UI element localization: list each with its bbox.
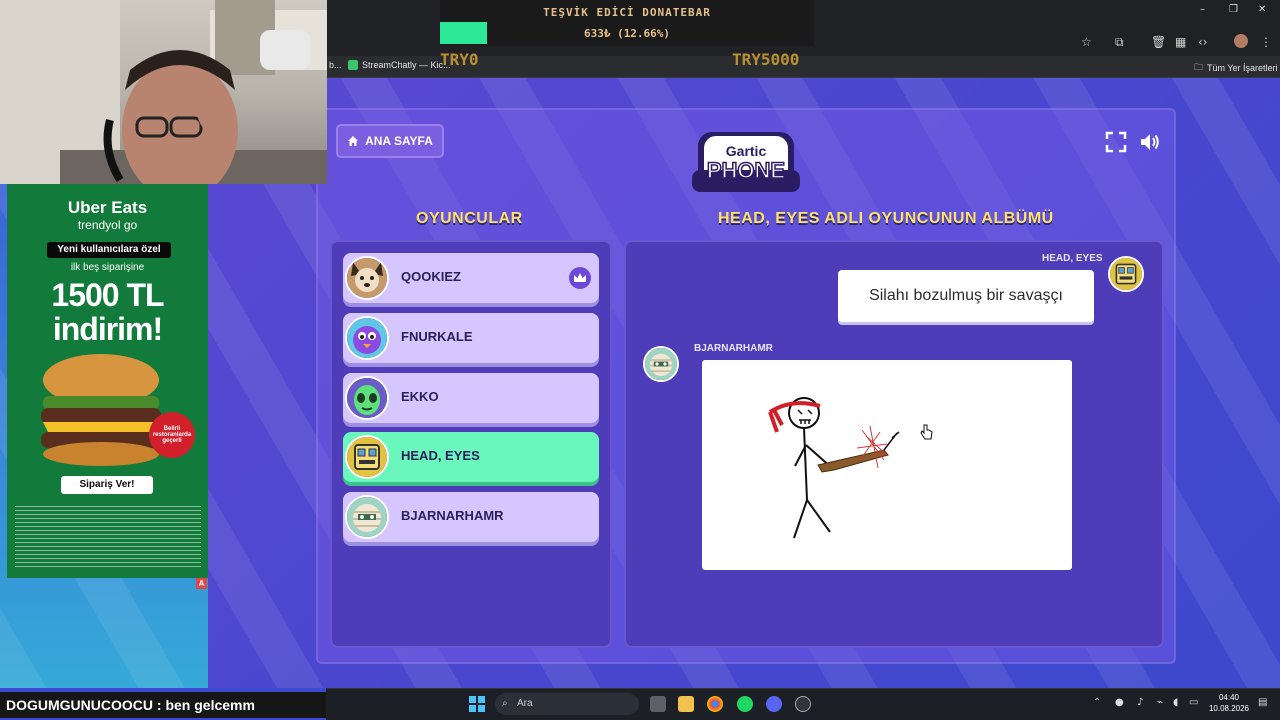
tray-expand-icon[interactable]: ⌃ (1093, 697, 1101, 708)
ad-fine-print (15, 506, 201, 568)
windows-start-icon[interactable] (469, 696, 485, 712)
player-bjarnarhamr[interactable]: BJARNARHAMR (343, 492, 599, 542)
ad-headline: 1500 TL indirim! (51, 277, 164, 347)
gartic-phone-logo: Gartic PHONE (692, 132, 800, 192)
security-icon[interactable]: ● (1115, 697, 1124, 708)
donation-bar: TEŞVİK EDİCİ DONATEBAR 633₺ (12.66%) (440, 0, 814, 46)
donation-title: TEŞVİK EDİCİ DONATEBAR (543, 6, 711, 19)
bird-avatar (345, 316, 389, 360)
chat-text: ben gelcemm (165, 697, 255, 713)
dog-avatar (345, 256, 389, 300)
donation-min-label: TRY0 (440, 50, 479, 69)
drawing-canvas (702, 360, 1072, 570)
player-ekko[interactable]: EKKO (343, 373, 599, 423)
stickman-drawing (768, 397, 900, 539)
prompt-author-name: HEAD, EYES (1042, 253, 1103, 264)
hand-cursor-icon (920, 424, 933, 440)
crown-icon (569, 267, 591, 289)
home-icon (348, 136, 359, 146)
streamchatly-icon (348, 60, 358, 70)
chrome-icon[interactable] (707, 696, 723, 712)
profile-avatar[interactable] (1234, 34, 1248, 48)
ad-brand: Uber Eats trendyol go (67, 198, 148, 232)
star-icon[interactable]: ☆ (1081, 35, 1092, 49)
extensions-icon[interactable]: ⧉ (1115, 35, 1124, 50)
ad-choices-icon[interactable]: A (196, 578, 207, 589)
player-name: EKKO (401, 389, 439, 404)
mummy-avatar (643, 346, 679, 382)
minimize-icon[interactable]: – (1200, 4, 1205, 15)
speaker-icon[interactable]: ◖ (1173, 697, 1178, 708)
taskbar-search[interactable]: ⌕ Ara (495, 693, 639, 715)
donation-amount: 633₺ (12.66%) (583, 27, 671, 40)
task-view-icon[interactable] (650, 696, 666, 712)
fullscreen-icon[interactable] (1104, 130, 1128, 154)
drawing-author-name: BJARNARHAMR (694, 343, 773, 354)
discord-icon[interactable] (766, 696, 782, 712)
microphone-icon[interactable]: ♪ (1137, 697, 1143, 708)
player-qookiez[interactable]: QOOKIEZ (343, 253, 599, 303)
delete-icon[interactable]: 🗑 (1151, 35, 1166, 49)
search-icon: ⌕ (502, 698, 508, 709)
home-button[interactable]: ANA SAYFA (336, 124, 444, 158)
chat-user: DOGUMGUNUCOOCU (6, 697, 153, 713)
ad-pill: Yeni kullanıcılara özel (47, 242, 171, 258)
player-name: HEAD, EYES (401, 448, 480, 463)
taskbar-clock[interactable]: 04:40 10.08.2026 (1206, 692, 1252, 714)
spotify-icon[interactable] (737, 696, 753, 712)
bookmark-all[interactable]: 🗀 Tüm Yer İşaretleri (1194, 60, 1278, 76)
menu-icon[interactable]: ⋮ (1260, 35, 1272, 49)
donation-max-label: TRY5000 (732, 50, 800, 69)
player-name: QOOKIEZ (401, 269, 461, 284)
robot-avatar (345, 435, 389, 479)
svg-text:PHONE: PHONE (707, 158, 785, 183)
code-icon[interactable]: ‹› (1198, 35, 1208, 49)
player-fnurkale[interactable]: FNURKALE (343, 313, 599, 363)
mummy-avatar (345, 495, 389, 539)
svg-text:Gartic: Gartic (726, 143, 767, 159)
file-explorer-icon[interactable] (678, 696, 694, 712)
prompt-bubble: Silahı bozulmuş bir savaşçı (838, 270, 1094, 322)
network-icon[interactable]: ⌁ (1157, 697, 1163, 708)
bookmark-prefix[interactable]: b... (329, 60, 342, 70)
ad-subtitle: ilk beş siparişine (70, 262, 145, 273)
burger-image (41, 354, 161, 466)
ad-badge: Belirli restoranlarda geçerli (149, 412, 195, 458)
notification-icon[interactable]: ▤ (1258, 697, 1267, 708)
uber-eats-ad[interactable]: Uber Eats trendyol go Yeni kullanıcılara… (7, 184, 208, 578)
webcam-overlay (0, 0, 327, 184)
volume-icon[interactable] (1138, 130, 1162, 154)
battery-icon[interactable]: ▭ (1189, 697, 1198, 708)
alien-avatar (345, 376, 389, 420)
players-title: OYUNCULAR (416, 210, 523, 227)
grid-icon[interactable]: ▦ (1175, 35, 1186, 49)
obs-icon[interactable] (795, 696, 811, 712)
player-name: BJARNARHAMR (401, 508, 504, 523)
folder-icon: 🗀 (1194, 62, 1204, 72)
robot-avatar (1108, 256, 1144, 292)
player-head-eyes[interactable]: HEAD, EYES (343, 432, 599, 482)
ad-cta-button[interactable]: Sipariş Ver! (61, 476, 153, 494)
bookmark-streamchatly[interactable]: StreamChatly — Kic... (348, 60, 451, 70)
album-title: HEAD, EYES ADLI OYUNCUNUN ALBÜMÜ (718, 210, 1054, 227)
player-name: FNURKALE (401, 329, 473, 344)
close-icon[interactable]: ✕ (1258, 4, 1266, 15)
chat-message: DOGUMGUNUCOOCU : ben gelcemm (0, 692, 326, 718)
maximize-icon[interactable]: ❐ (1229, 4, 1238, 15)
